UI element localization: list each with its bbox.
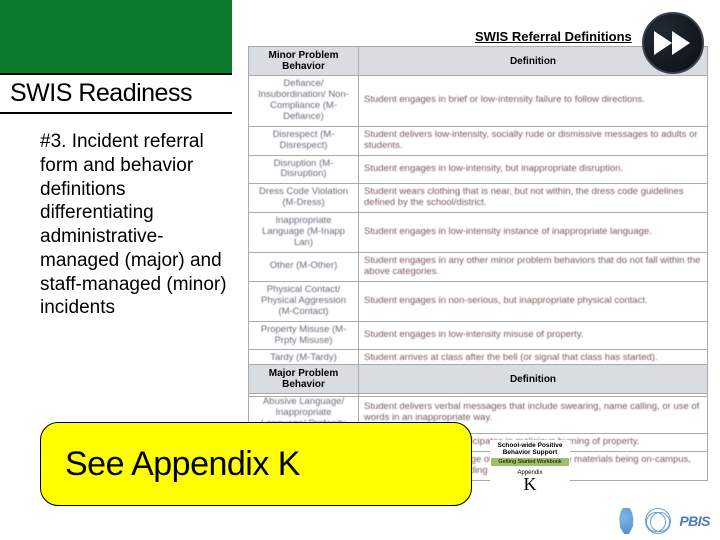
- behavior-term: Defiance/ Insubordination/ Non-Complianc…: [249, 76, 359, 127]
- behavior-definition: Student wears clothing that is near, but…: [359, 184, 708, 213]
- pbis-logo: PBIS: [679, 513, 710, 529]
- illinois-logo-icon: [615, 508, 637, 534]
- behavior-term: Property Misuse (M-Prpty Misuse): [249, 321, 359, 350]
- behavior-definition: Student engages in brief or low-intensit…: [359, 76, 708, 127]
- behavior-term: Disrespect (M-Disrespect): [249, 126, 359, 155]
- behavior-definition: Student engages in any other minor probl…: [359, 252, 708, 281]
- fast-forward-icon: [652, 29, 694, 57]
- page-title-band: SWIS Readiness: [0, 73, 232, 114]
- appendix-callout-text: See Appendix K: [65, 445, 300, 484]
- behavior-definition: Student delivers low-intensity, socially…: [359, 126, 708, 155]
- table-row: Disrespect (M-Disrespect)Student deliver…: [249, 126, 708, 155]
- major-head-behavior: Major Problem Behavior: [249, 365, 359, 394]
- minor-behavior-table: Minor Problem Behavior Definition Defian…: [248, 46, 708, 397]
- table-row: Defiance/ Insubordination/ Non-Complianc…: [249, 76, 708, 127]
- appendix-thumbnail: School-wide Positive Behavior Support Ge…: [490, 440, 570, 510]
- behavior-definition: Student engages in non-serious, but inap…: [359, 281, 708, 321]
- behavior-term: Dress Code Violation (M-Dress): [249, 184, 359, 213]
- body-paragraph: #3. Incident referral form and behavior …: [40, 130, 240, 320]
- behavior-definition: Student engages in low-intensity misuse …: [359, 321, 708, 350]
- table-row: Property Misuse (M-Prpty Misuse)Student …: [249, 321, 708, 350]
- header-green-block: [0, 0, 232, 73]
- minor-head-behavior: Minor Problem Behavior: [249, 47, 359, 76]
- table-row: Physical Contact/ Physical Aggression (M…: [249, 281, 708, 321]
- document-title: SWIS Referral Definitions: [475, 29, 632, 44]
- behavior-term: Inappropriate Language (M-Inapp Lan): [249, 213, 359, 253]
- table-row: Other (M-Other)Student engages in any ot…: [249, 252, 708, 281]
- fast-forward-button[interactable]: [642, 12, 704, 74]
- page-title: SWIS Readiness: [0, 75, 202, 112]
- mini-doc-header1: School-wide Positive: [490, 442, 570, 449]
- behavior-definition: Student engages in low-intensity, but in…: [359, 155, 708, 184]
- table-row: Disruption (M-Disruption)Student engages…: [249, 155, 708, 184]
- appendix-callout: See Appendix K: [40, 422, 472, 506]
- mini-doc-bar: Getting Started Workbook: [491, 458, 569, 466]
- osep-logo-icon: [645, 508, 671, 534]
- table-row: Dress Code Violation (M-Dress)Student we…: [249, 184, 708, 213]
- major-head-definition: Definition: [359, 365, 708, 394]
- table-row: Inappropriate Language (M-Inapp Lan)Stud…: [249, 213, 708, 253]
- logo-row: PBIS: [615, 508, 710, 534]
- behavior-definition: Student engages in low-intensity instanc…: [359, 213, 708, 253]
- mini-doc-appendix-letter: K: [490, 475, 570, 495]
- behavior-term: Other (M-Other): [249, 252, 359, 281]
- behavior-term: Disruption (M-Disruption): [249, 155, 359, 184]
- behavior-term: Physical Contact/ Physical Aggression (M…: [249, 281, 359, 321]
- mini-doc-header2: Behavior Support: [490, 449, 570, 456]
